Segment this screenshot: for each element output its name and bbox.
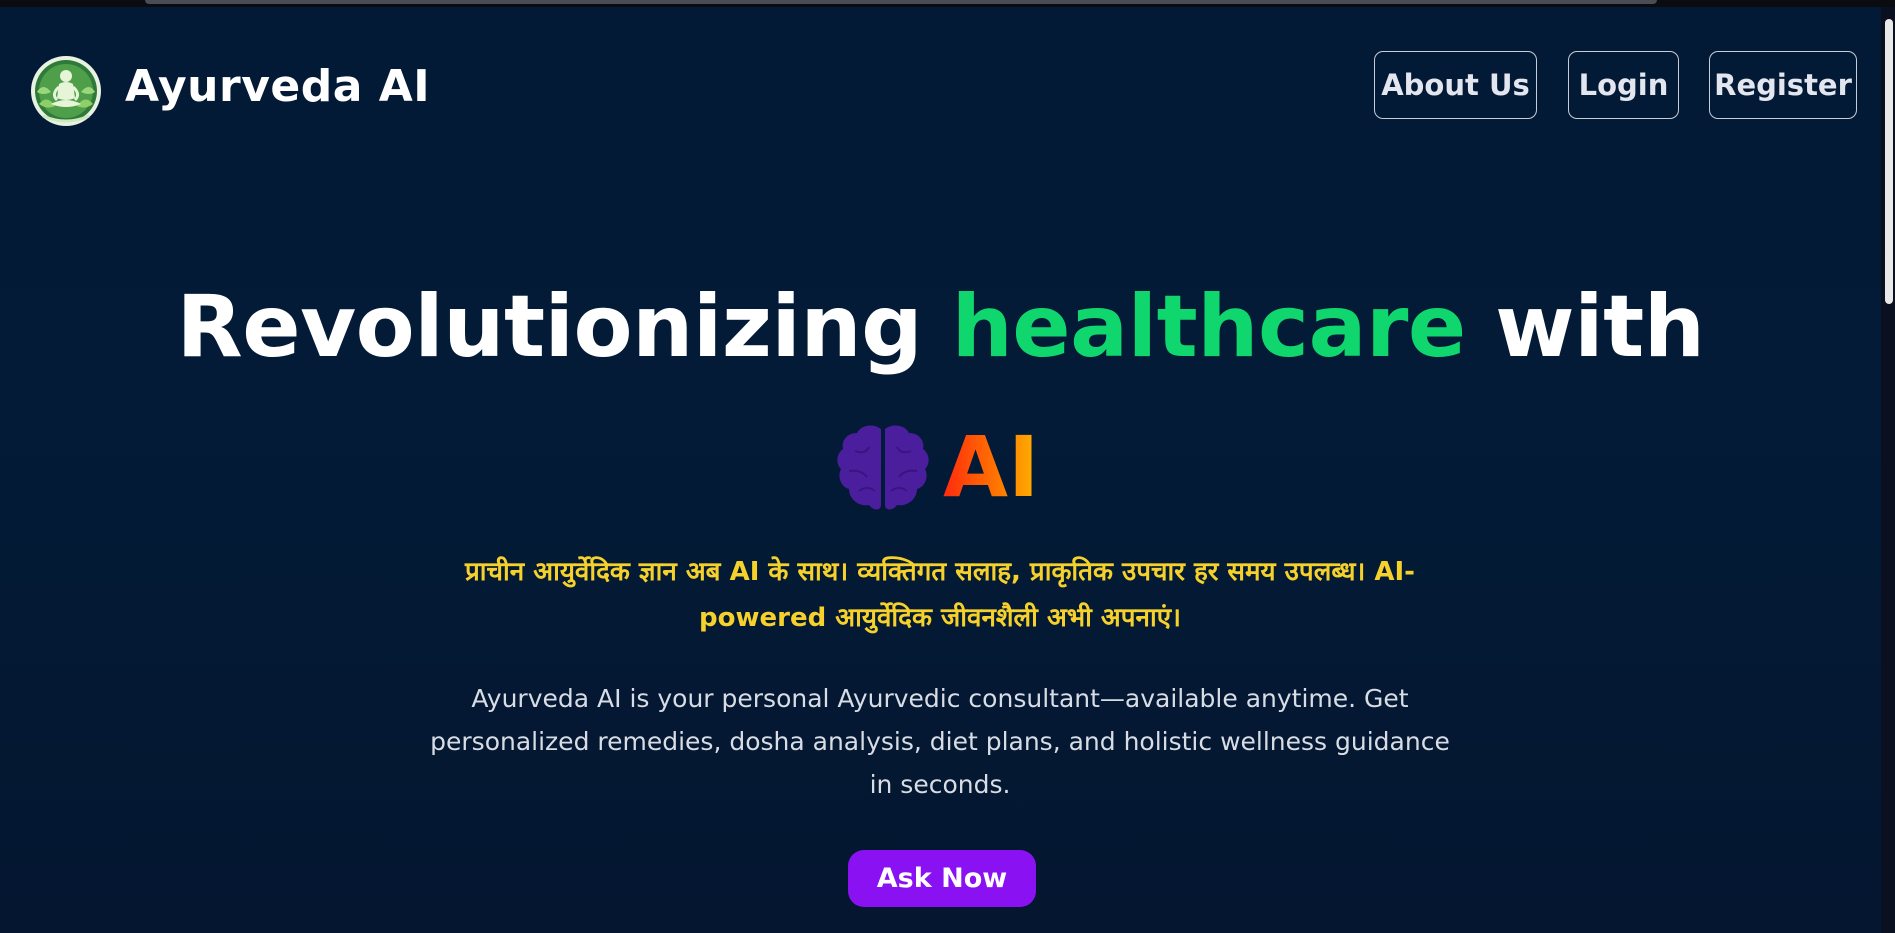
hero-headline: Revolutionizing healthcare with [0,277,1881,377]
headline-highlight: healthcare [951,277,1467,377]
page-scrollbar[interactable] [1881,7,1895,933]
headline-part1: Revolutionizing [176,277,952,377]
about-us-button[interactable]: About Us [1374,51,1537,119]
brain-icon [837,425,929,510]
brand-name[interactable]: Ayurveda AI [125,61,430,112]
hero-description: Ayurveda AI is your personal Ayurvedic c… [430,684,1450,799]
ask-now-button[interactable]: Ask Now [848,850,1036,907]
login-button[interactable]: Login [1568,51,1679,119]
site-header: Ayurveda AI About Us Login Register [0,7,1881,167]
browser-tab-edge [145,0,1657,4]
ai-word: AI [943,418,1040,516]
hindi-tagline: प्राचीन आयुर्वेदिक ज्ञान अब AI के साथ। व… [465,557,1415,633]
page-viewport: Ayurveda AI About Us Login Register Revo… [0,7,1881,933]
scrollbar-thumb[interactable] [1885,19,1893,304]
meditation-logo-icon[interactable] [29,54,103,128]
register-button[interactable]: Register [1709,51,1857,119]
headline-part2: with [1465,277,1705,377]
ai-heading: AI [835,417,1045,517]
